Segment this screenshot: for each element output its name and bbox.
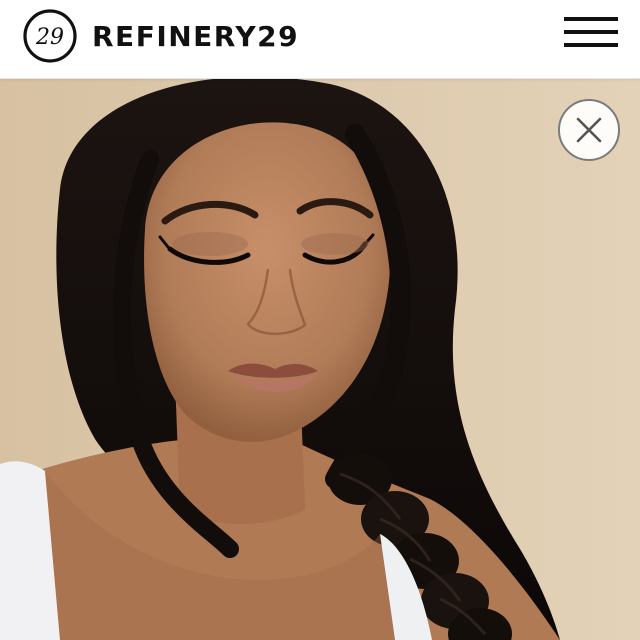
close-button[interactable] [558, 99, 620, 161]
logo-mark-text: 29 [35, 25, 64, 50]
close-icon [576, 117, 602, 143]
portrait-photo [0, 79, 640, 640]
brand-name: REFINERY29 [92, 19, 300, 53]
menu-button[interactable] [564, 17, 618, 51]
site-header: 29 REFINERY29 [0, 0, 640, 79]
site-logo[interactable]: 29 REFINERY29 [22, 8, 299, 64]
logo-mark-icon: 29 [23, 9, 77, 63]
page: 29 REFINERY29 [0, 0, 640, 640]
hero-image [0, 79, 640, 640]
